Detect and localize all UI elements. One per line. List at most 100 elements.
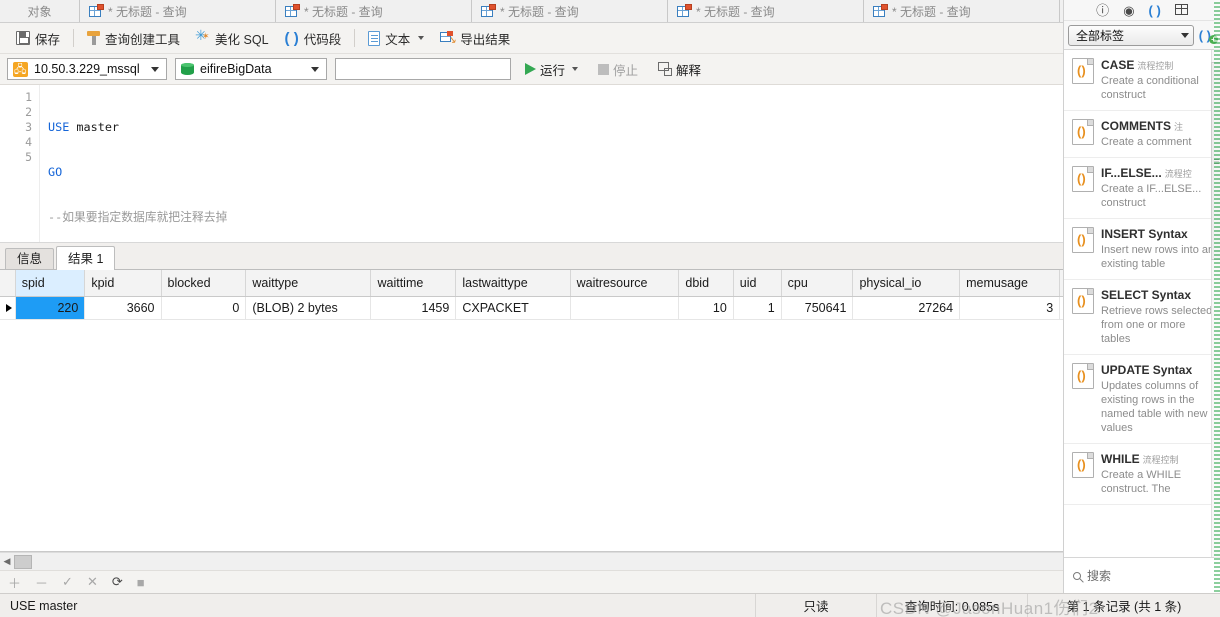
column-header-uid[interactable]: uid (733, 270, 782, 297)
cell-uid[interactable]: 1 (733, 296, 782, 320)
snippet-tag: 流程控制 (1142, 455, 1179, 465)
snippet-description: Insert new rows into an existing table (1101, 244, 1215, 270)
snippet-tag: 流程控制 (1137, 61, 1174, 71)
beautify-sql-button[interactable]: 美化 SQL (188, 26, 277, 50)
cell-spid[interactable]: 220 (15, 296, 86, 320)
text-mode-button[interactable]: 文本 (360, 26, 432, 50)
toolbar-divider (73, 29, 75, 47)
cell-kpid[interactable]: 3660 (84, 296, 162, 320)
cell-blocked[interactable]: 0 (161, 296, 247, 320)
snippet-title-text: IF...ELSE... (1101, 166, 1162, 180)
apply-change-icon[interactable]: ✓ (62, 574, 73, 590)
list-item[interactable]: SELECT Syntax Retrieve rows selected fro… (1064, 280, 1220, 355)
column-header-spid[interactable]: spid (15, 270, 86, 297)
sql-editor[interactable]: 1 2 3 4 5 USE master GO --如果要指定数据库就把注释去掉… (0, 85, 1063, 314)
chevron-down-icon (311, 66, 319, 72)
column-header-waittype[interactable]: waittype (245, 270, 372, 297)
tab-query-2[interactable]: * 无标题 - 查询 (276, 0, 472, 22)
table-row[interactable]: 220 3660 0 (BLOB) 2 bytes 1459 CXPACKET … (0, 296, 1063, 320)
table-icon[interactable] (1174, 3, 1188, 17)
tab-query-3[interactable]: * 无标题 - 查询 (472, 0, 668, 22)
tag-filter-select[interactable]: 全部标签 (1068, 24, 1194, 46)
refresh-icon[interactable]: ⟳ (112, 574, 123, 590)
column-header-blocked[interactable]: blocked (161, 270, 247, 297)
list-item[interactable]: CASE流程控制 Create a conditional construct (1064, 50, 1220, 111)
export-result-button[interactable]: ↘ 导出结果 (432, 26, 518, 50)
snippet-list[interactable]: CASE流程控制 Create a conditional construct … (1064, 49, 1220, 557)
table-header-row: spid kpid blocked waittype waittime last… (0, 270, 1063, 297)
navicat-query-window: 对象 * 无标题 - 查询 * 无标题 - 查询 * 无标题 - 查询 * 无标… (0, 0, 1220, 617)
tab-objects[interactable]: 对象 (0, 0, 80, 22)
cell-waittime[interactable]: 1459 (370, 296, 457, 320)
info-icon[interactable]: ⓘ (1096, 4, 1109, 17)
schema-select[interactable] (335, 58, 511, 80)
query-tab-icon (89, 4, 104, 18)
cell-waittype[interactable]: (BLOB) 2 bytes (245, 296, 372, 320)
snippet-search-box[interactable]: 搜索 (1064, 557, 1220, 593)
column-header-kpid[interactable]: kpid (84, 270, 162, 297)
window-tab-bar: 对象 * 无标题 - 查询 * 无标题 - 查询 * 无标题 - 查询 * 无标… (0, 0, 1063, 23)
connection-bar: 10.50.3.229_mssql eifireBigData 运行 停止 解释 (0, 54, 1063, 85)
cell-lastwaittype[interactable]: CXPACKET (455, 296, 571, 320)
stop-button[interactable]: 停止 (592, 57, 644, 81)
save-button[interactable]: 保存 (8, 26, 68, 50)
cell-cpu[interactable]: 750641 (781, 296, 854, 320)
tab-result-1[interactable]: 结果 1 (56, 246, 116, 270)
cell-waitresource[interactable] (570, 296, 680, 320)
beautify-sql-label: 美化 SQL (215, 32, 269, 47)
column-header-physical-io[interactable]: physical_io (852, 270, 961, 297)
server-select[interactable]: 10.50.3.229_mssql (7, 58, 167, 80)
snippet-description: Updates columns of existing rows in the … (1101, 380, 1208, 434)
tab-query-3-label: * 无标题 - 查询 (500, 4, 579, 19)
snippet-title: SELECT Syntax (1101, 288, 1215, 302)
run-button[interactable]: 运行 (519, 57, 584, 81)
snippet-body: IF...ELSE... 流程控 Create a IF...ELSE... co… (1101, 166, 1215, 210)
cell-dbid[interactable]: 10 (678, 296, 734, 320)
column-header-cpu[interactable]: cpu (781, 270, 854, 297)
tab-query-4[interactable]: * 无标题 - 查询 (668, 0, 864, 22)
list-item[interactable]: IF...ELSE...流程控 Create a IF...ELSE... co… (1064, 158, 1220, 219)
explain-icon (658, 62, 673, 76)
database-select[interactable]: eifireBigData (175, 58, 327, 80)
remove-record-icon[interactable]: － (35, 573, 48, 592)
scroll-thumb[interactable] (14, 554, 32, 569)
grid-horizontal-scrollbar[interactable]: ◀ (0, 552, 1063, 570)
chevron-down-icon[interactable] (418, 36, 425, 40)
cancel-change-icon[interactable]: ✕ (87, 574, 98, 590)
query-tab-icon (677, 4, 692, 18)
tab-query-5[interactable]: * 无标题 - 查询 (864, 0, 1060, 22)
snippet-title-text: COMMENTS (1101, 119, 1171, 133)
export-icon: ↘ (440, 31, 456, 46)
scroll-left-arrow-icon[interactable]: ◀ (0, 556, 14, 567)
save-icon (16, 31, 30, 45)
column-header-dbid[interactable]: dbid (678, 270, 734, 297)
list-item[interactable]: UPDATE Syntax Updates columns of existin… (1064, 355, 1220, 444)
eye-icon[interactable]: ◉ (1123, 4, 1134, 17)
cell-memusage[interactable]: 3 (959, 296, 1061, 320)
text-mode-label: 文本 (385, 32, 411, 47)
tab-messages[interactable]: 信息 (5, 248, 55, 269)
sidebar-icon-row: ⓘ ◉ ( ) (1064, 0, 1220, 21)
list-item[interactable]: COMMENTS注 Create a comment (1064, 111, 1220, 158)
sql-code-area[interactable]: USE master GO --如果要指定数据库就把注释去掉 SELECT * … (40, 85, 1063, 314)
add-record-icon[interactable]: ＋ (8, 573, 21, 592)
chevron-down-icon[interactable] (572, 67, 579, 71)
code-icon[interactable]: ( ) (1149, 4, 1161, 17)
cell-physical-io[interactable]: 27264 (852, 296, 961, 320)
column-header-waitresource[interactable]: waitresource (570, 270, 680, 297)
column-header-waittime[interactable]: waittime (370, 270, 457, 297)
run-label: 运行 (540, 63, 566, 78)
query-builder-button[interactable]: 查询创建工具 (79, 26, 188, 50)
tab-query-1[interactable]: * 无标题 - 查询 (80, 0, 276, 22)
result-grid[interactable]: spid kpid blocked waittype waittime last… (0, 270, 1063, 552)
list-item[interactable]: WHILE流程控制 Create a WHILE construct. The (1064, 444, 1220, 505)
tab-query-1-label: * 无标题 - 查询 (108, 4, 187, 19)
explain-button[interactable]: 解释 (652, 57, 707, 81)
row-header-corner (0, 270, 16, 297)
code-snippet-button[interactable]: ( ) 代码段 (277, 26, 350, 50)
column-header-memusage[interactable]: memusage (959, 270, 1061, 297)
stop-icon[interactable]: ■ (137, 575, 145, 590)
column-header-lastwaittype[interactable]: lastwaittype (455, 270, 571, 297)
list-item[interactable]: INSERT Syntax Insert new rows into an ex… (1064, 219, 1220, 280)
line-number: 2 (25, 105, 32, 119)
